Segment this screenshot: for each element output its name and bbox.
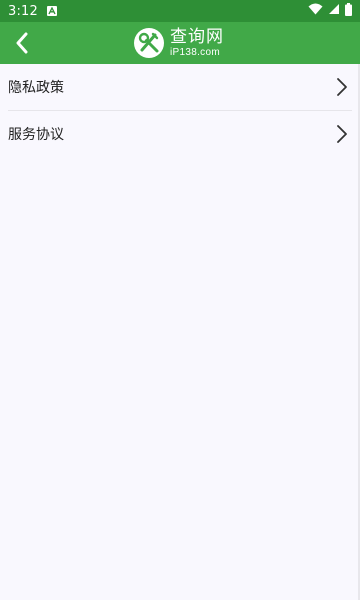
cellular-signal-icon <box>328 3 340 19</box>
status-icons <box>308 0 352 22</box>
wifi-icon <box>308 3 323 19</box>
privacy-policy-item[interactable]: 隐私政策 <box>8 64 352 110</box>
list-item-label: 隐私政策 <box>8 80 64 96</box>
tools-icon <box>138 32 159 53</box>
status-bar: 3:12 <box>0 0 360 22</box>
app-bar: 查询网 iP138.com <box>0 22 360 64</box>
logo-domain: iP138.com <box>170 46 220 58</box>
service-agreement-item[interactable]: 服务协议 <box>8 110 352 157</box>
battery-icon <box>345 2 352 20</box>
list-item-label: 服务协议 <box>8 127 64 143</box>
logo-text: 查询网 iP138.com <box>170 26 224 58</box>
back-arrow-icon <box>16 32 28 54</box>
chevron-right-icon <box>337 125 347 143</box>
status-time: 3:12 <box>8 3 38 19</box>
logo-title: 查询网 <box>170 26 224 47</box>
logo-badge <box>134 28 164 58</box>
notification-a-icon <box>47 6 57 16</box>
settings-list: 隐私政策 服务协议 <box>0 64 360 157</box>
chevron-right-icon <box>337 78 347 96</box>
back-button[interactable] <box>6 26 38 60</box>
app-logo: 查询网 iP138.com <box>134 27 224 59</box>
